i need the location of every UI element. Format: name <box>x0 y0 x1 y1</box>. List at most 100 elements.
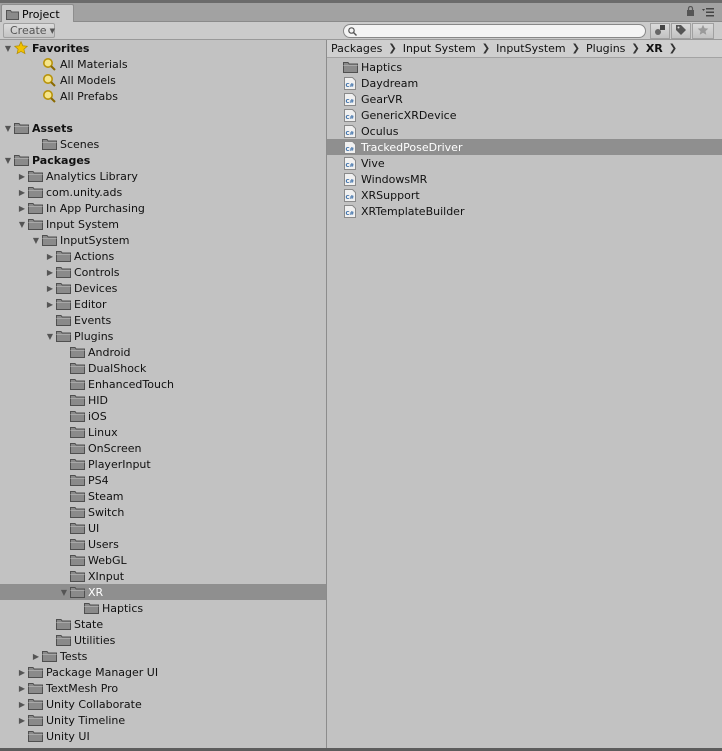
tree-item[interactable]: OnScreen <box>0 440 326 456</box>
expand-arrow-down-icon[interactable]: ▼ <box>3 120 13 136</box>
folder-icon <box>69 504 85 520</box>
expand-arrow-right-icon[interactable]: ▶ <box>45 280 55 296</box>
script-list-item[interactable]: C# GenericXRDevice <box>327 107 722 123</box>
tree-item[interactable]: WebGL <box>0 552 326 568</box>
tree-item[interactable]: Utilities <box>0 632 326 648</box>
script-list-item[interactable]: C# Oculus <box>327 123 722 139</box>
favorites-filter-button[interactable] <box>692 23 714 39</box>
expand-arrow-down-icon[interactable]: ▼ <box>59 584 69 600</box>
tree-item[interactable]: Events <box>0 312 326 328</box>
folder-icon <box>69 440 85 456</box>
tree-item[interactable]: ▼ Input System <box>0 216 326 232</box>
tree-item[interactable]: ▶ Controls <box>0 264 326 280</box>
expand-arrow-right-icon[interactable]: ▶ <box>17 680 27 696</box>
expand-arrow-right-icon[interactable]: ▶ <box>45 248 55 264</box>
tree-item[interactable]: ▶ Package Manager UI <box>0 664 326 680</box>
tree-item-label: All Models <box>60 73 116 87</box>
tree-item[interactable]: Linux <box>0 424 326 440</box>
breadcrumb-item[interactable]: Plugins <box>586 42 625 55</box>
tree-item[interactable]: ▼ InputSystem <box>0 232 326 248</box>
script-list-item[interactable]: C# Daydream <box>327 75 722 91</box>
search-input[interactable] <box>343 24 646 38</box>
tree-item[interactable]: HID <box>0 392 326 408</box>
csharp-script-icon: C# <box>342 139 358 155</box>
expand-arrow-right-icon[interactable]: ▶ <box>17 184 27 200</box>
script-list-item[interactable]: C# Vive <box>327 155 722 171</box>
tree-item[interactable]: All Prefabs <box>0 88 326 104</box>
folder-tree[interactable]: ▼ Favorites All Materials All Models All Pre… <box>0 40 326 751</box>
breadcrumb-item[interactable]: XR <box>646 42 663 55</box>
tab-project[interactable]: Project <box>1 4 74 23</box>
lock-icon[interactable] <box>686 6 695 16</box>
expand-arrow-right-icon[interactable]: ▶ <box>45 296 55 312</box>
search-by-type-button[interactable] <box>650 23 670 39</box>
tree-item[interactable]: Steam <box>0 488 326 504</box>
expand-arrow-right-icon[interactable]: ▶ <box>45 264 55 280</box>
tree-item[interactable]: All Materials <box>0 56 326 72</box>
folder-list-item[interactable]: Haptics <box>327 59 722 75</box>
tree-item[interactable]: Switch <box>0 504 326 520</box>
script-list-item[interactable]: C# TrackedPoseDriver <box>327 139 722 155</box>
script-list-item[interactable]: C# XRSupport <box>327 187 722 203</box>
tree-item[interactable]: PS4 <box>0 472 326 488</box>
expand-arrow-down-icon[interactable]: ▼ <box>45 328 55 344</box>
breadcrumb-item[interactable]: Input System <box>403 42 476 55</box>
tree-item[interactable]: ▼ Packages <box>0 152 326 168</box>
chevron-right-icon[interactable]: ❯ <box>388 43 396 54</box>
create-button[interactable]: Create ▼ <box>3 23 55 38</box>
script-list-item[interactable]: C# GearVR <box>327 91 722 107</box>
tree-item[interactable]: ▼ Assets <box>0 120 326 136</box>
tree-item[interactable]: ▶ Editor <box>0 296 326 312</box>
asset-list-pane[interactable]: Packages ❯ Input System ❯ InputSystem ❯ Plugin… <box>327 40 722 751</box>
script-list-item[interactable]: C# XRTemplateBuilder <box>327 203 722 219</box>
tree-item[interactable]: PlayerInput <box>0 456 326 472</box>
chevron-right-icon[interactable]: ❯ <box>482 43 490 54</box>
menu-icon[interactable] <box>702 8 714 17</box>
tree-item[interactable]: Users <box>0 536 326 552</box>
tree-item[interactable]: Unity UI <box>0 728 326 744</box>
tree-item[interactable]: UI <box>0 520 326 536</box>
tree-item[interactable]: iOS <box>0 408 326 424</box>
tree-item[interactable]: ▶ com.unity.ads <box>0 184 326 200</box>
expand-arrow-right-icon[interactable]: ▶ <box>17 712 27 728</box>
tree-item[interactable]: ▶ Devices <box>0 280 326 296</box>
tree-item[interactable]: Haptics <box>0 600 326 616</box>
expand-arrow-right-icon[interactable]: ▶ <box>17 664 27 680</box>
asset-label: XRSupport <box>361 188 420 202</box>
tree-item[interactable]: XInput <box>0 568 326 584</box>
tree-item[interactable]: ▶ TextMesh Pro <box>0 680 326 696</box>
tree-item[interactable]: EnhancedTouch <box>0 376 326 392</box>
tree-item[interactable]: ▼ Plugins <box>0 328 326 344</box>
tree-item[interactable]: State <box>0 616 326 632</box>
tree-item[interactable]: ▶ Tests <box>0 648 326 664</box>
script-list-item[interactable]: C# WindowsMR <box>327 171 722 187</box>
expand-arrow-right-icon[interactable]: ▶ <box>17 696 27 712</box>
chevron-right-icon[interactable]: ❯ <box>572 43 580 54</box>
tree-item[interactable]: ▼ Favorites <box>0 40 326 56</box>
tree-item[interactable]: ▶ Unity Timeline <box>0 712 326 728</box>
tree-item[interactable]: DualShock <box>0 360 326 376</box>
chevron-right-icon[interactable]: ❯ <box>631 43 639 54</box>
tree-item[interactable]: ▶ Unity Collaborate <box>0 696 326 712</box>
folder-icon <box>69 488 85 504</box>
expand-arrow-down-icon[interactable]: ▼ <box>31 232 41 248</box>
tree-item[interactable]: ▶ Actions <box>0 248 326 264</box>
chevron-right-icon[interactable]: ❯ <box>669 43 677 54</box>
expand-arrow-down-icon[interactable]: ▼ <box>3 40 13 56</box>
tree-item[interactable]: ▶ In App Purchasing <box>0 200 326 216</box>
breadcrumb-item[interactable]: InputSystem <box>496 42 566 55</box>
tree-item[interactable]: Scenes <box>0 136 326 152</box>
tree-item[interactable]: ▼ XR <box>0 584 326 600</box>
tree-item[interactable]: ▶ Analytics Library <box>0 168 326 184</box>
tree-item-label: Analytics Library <box>46 169 138 183</box>
expand-arrow-right-icon[interactable]: ▶ <box>17 200 27 216</box>
search-by-label-button[interactable] <box>671 23 691 39</box>
expand-arrow-down-icon[interactable]: ▼ <box>3 152 13 168</box>
expand-arrow-right-icon[interactable]: ▶ <box>17 168 27 184</box>
expand-arrow-right-icon[interactable]: ▶ <box>31 648 41 664</box>
breadcrumb-item[interactable]: Packages <box>331 42 382 55</box>
tree-item[interactable]: Android <box>0 344 326 360</box>
expand-arrow-down-icon[interactable]: ▼ <box>17 216 27 232</box>
tree-item[interactable]: All Models <box>0 72 326 88</box>
